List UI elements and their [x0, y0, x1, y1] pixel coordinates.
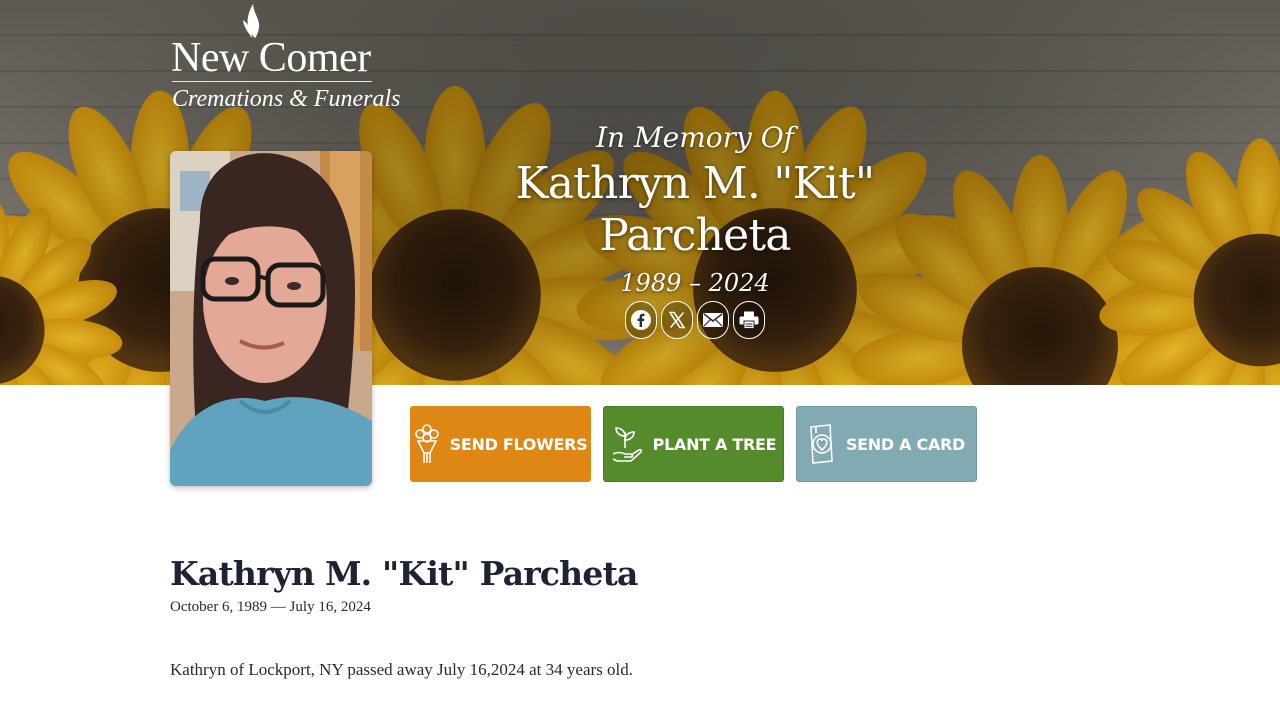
- obituary-name: Kathryn M. "Kit" Parcheta: [170, 554, 638, 593]
- share-bar: [625, 301, 765, 339]
- site-logo[interactable]: New Comer Cremations & Funerals: [168, 0, 400, 116]
- obituary-text: Kathryn of Lockport, NY passed away July…: [170, 660, 633, 679]
- share-print-button[interactable]: [733, 301, 765, 339]
- send-a-card-button[interactable]: SEND A CARD: [796, 406, 977, 482]
- deceased-photo: [170, 151, 372, 486]
- facebook-icon: [631, 310, 651, 330]
- share-x-button[interactable]: [661, 301, 693, 339]
- share-facebook-button[interactable]: [625, 301, 657, 339]
- memorial-prefix: In Memory Of: [595, 121, 795, 154]
- brand-tagline: Cremations & Funerals: [172, 86, 401, 112]
- logo-divider: [172, 81, 372, 82]
- hand-sprout-icon: [612, 427, 642, 462]
- x-icon: [668, 311, 686, 329]
- share-email-button[interactable]: [697, 301, 729, 339]
- memorial-name: Kathryn M. "Kit" Parcheta: [515, 158, 875, 261]
- memorial-header: In Memory Of Kathryn M. "Kit" Parcheta 1…: [440, 118, 950, 304]
- plant-a-tree-label: PLANT A TREE: [652, 434, 777, 454]
- plant-a-tree-button[interactable]: PLANT A TREE: [603, 406, 784, 482]
- obituary-dates: October 6, 1989 — July 16, 2024: [170, 599, 371, 615]
- send-flowers-button[interactable]: SEND FLOWERS: [410, 406, 591, 482]
- print-icon: [739, 311, 759, 329]
- email-icon: [703, 313, 723, 327]
- portrait-image: [170, 151, 372, 486]
- brand-name: New Comer: [171, 35, 371, 81]
- send-flowers-label: SEND FLOWERS: [449, 434, 588, 454]
- tribute-actions: SEND FLOWERS PLANT A TREE SEND A CARD: [410, 406, 977, 482]
- bouquet-icon: [414, 424, 439, 463]
- send-a-card-label: SEND A CARD: [845, 434, 966, 454]
- greeting-card-icon: [810, 424, 833, 464]
- memorial-years: 1989 – 2024: [620, 269, 770, 297]
